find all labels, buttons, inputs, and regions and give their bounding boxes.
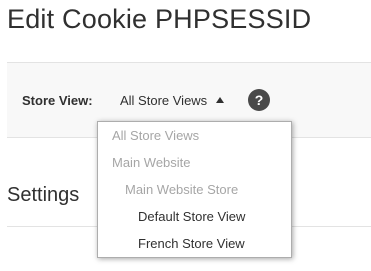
page: Edit Cookie PHPSESSID Store View: All St…: [0, 0, 371, 271]
dropdown-item-default-store-view[interactable]: Default Store View: [138, 209, 245, 224]
store-view-dropdown: All Store Views Main Website Main Websit…: [97, 121, 292, 258]
store-view-label: Store View:: [22, 93, 93, 108]
dropdown-item-main-website: Main Website: [112, 155, 191, 170]
store-view-switcher[interactable]: All Store Views: [120, 93, 225, 108]
settings-section-title: Settings: [7, 184, 80, 206]
help-icon[interactable]: ?: [248, 89, 270, 111]
dropdown-item-main-website-store: Main Website Store: [125, 182, 239, 197]
dropdown-item-french-store-view[interactable]: French Store View: [138, 236, 245, 251]
page-title: Edit Cookie PHPSESSID: [7, 4, 312, 34]
caret-up-icon: [216, 97, 225, 103]
dropdown-item-all-store-views: All Store Views: [112, 128, 200, 143]
store-view-selected: All Store Views: [120, 93, 208, 108]
